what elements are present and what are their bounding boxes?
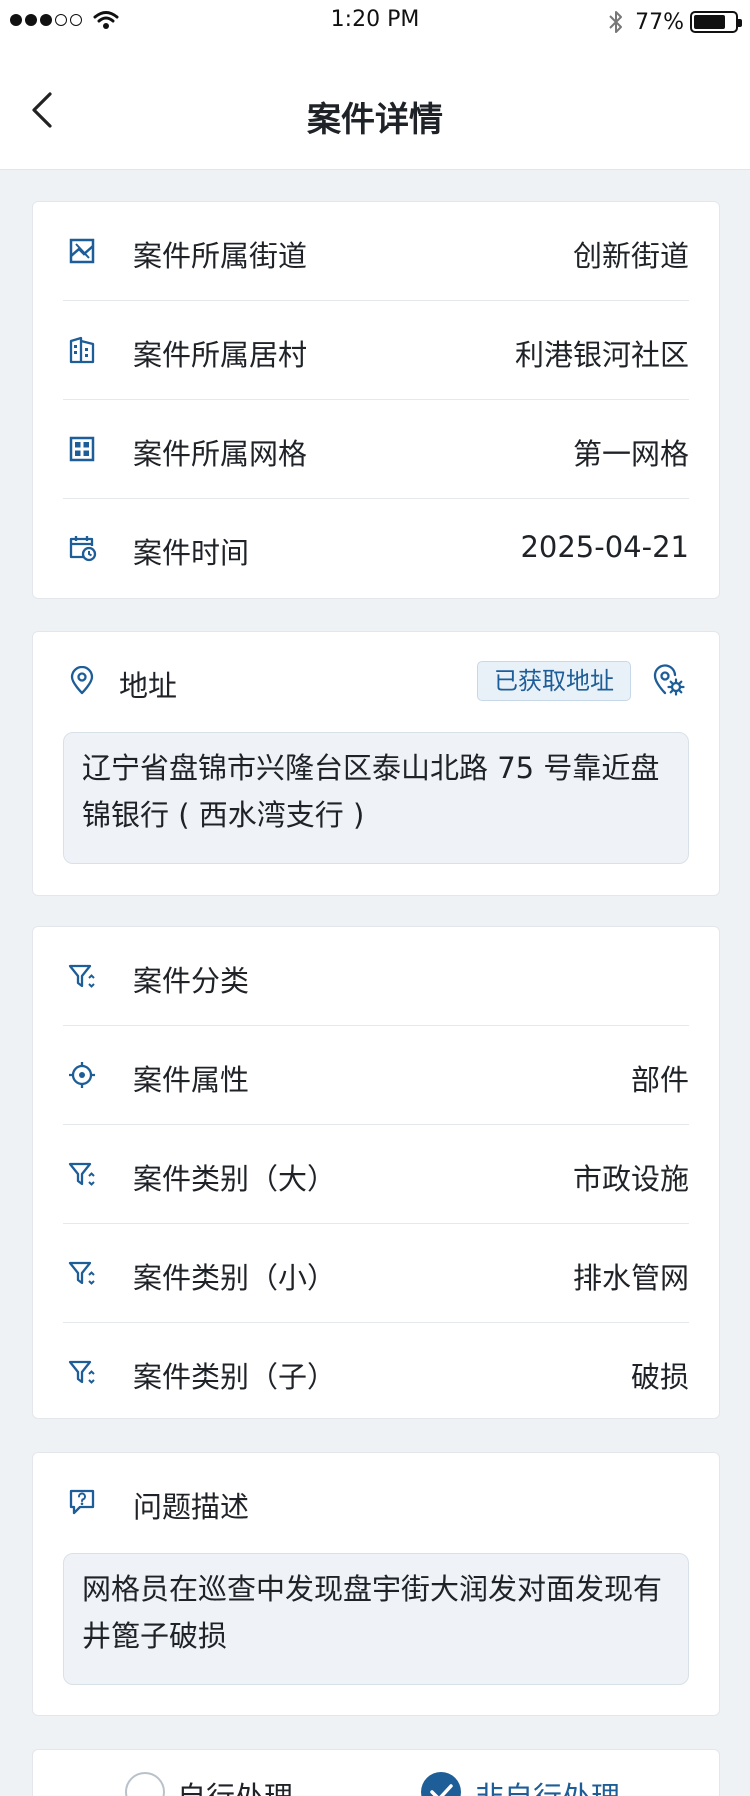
- category-title: 案件分类: [133, 964, 250, 998]
- category-row-sub: 案件类别（子） 破损: [63, 1323, 689, 1422]
- category-row-attribute: 案件属性 部件: [63, 1026, 689, 1125]
- row-value[interactable]: 排水管网: [573, 1255, 689, 1297]
- filter-sort-icon: [68, 1162, 95, 1186]
- filter-sort-icon: [68, 1261, 95, 1285]
- category-header: 案件分类: [63, 927, 689, 1026]
- row-label: 案件类别（大）: [133, 1162, 337, 1196]
- grid-icon: [69, 436, 95, 462]
- bluetooth-icon: [609, 11, 623, 33]
- row-label: 案件属性: [133, 1063, 250, 1097]
- location-pin-icon: [70, 666, 94, 695]
- battery-level-fill: [694, 15, 725, 29]
- category-card: 案件分类 案件属性 部件 案件类别（大） 市政设施 案件类别（小） 排水管网 案…: [32, 926, 720, 1419]
- row-value[interactable]: 创新街道: [573, 233, 689, 275]
- description-text-box[interactable]: 网格员在巡查中发现盘宇街大润发对面发现有井篦子破损: [63, 1553, 689, 1685]
- battery-percent: 77%: [635, 9, 684, 35]
- row-value[interactable]: 破损: [631, 1354, 689, 1396]
- category-row-major: 案件类别（大） 市政设施: [63, 1125, 689, 1224]
- address-label: 地址: [119, 669, 178, 703]
- crosshair-icon: [69, 1062, 95, 1088]
- row-label: 案件类别（小）: [133, 1261, 337, 1295]
- check-icon: [430, 1784, 453, 1796]
- address-card: 地址 已获取地址 辽宁省盘锦市兴隆台区泰山北路 75 号靠近盘锦银行 ( 西水湾…: [32, 631, 720, 896]
- row-label: 案件类别（子）: [133, 1360, 337, 1394]
- description-card: 问题描述 网格员在巡查中发现盘宇街大润发对面发现有井篦子破损: [32, 1452, 720, 1716]
- radio-label-non-self-handle[interactable]: 非自行处理: [475, 1774, 620, 1796]
- row-label: 案件所属居村: [133, 338, 308, 372]
- row-value[interactable]: 市政设施: [573, 1156, 689, 1198]
- radio-label-self-handle[interactable]: 自行处理: [177, 1774, 293, 1796]
- row-value[interactable]: 利港银河社区: [515, 332, 689, 374]
- info-row-grid: 案件所属网格 第一网格: [63, 400, 689, 499]
- info-row-street: 案件所属街道 创新街道: [63, 202, 689, 301]
- status-bar: 1:20 PM 77%: [0, 0, 750, 42]
- handling-radio-group: 自行处理 非自行处理: [33, 1750, 719, 1796]
- row-label: 案件时间: [133, 536, 250, 570]
- filter-sort-icon: [68, 964, 95, 988]
- radio-non-self-handle[interactable]: [421, 1772, 461, 1796]
- battery-icon: [690, 11, 742, 33]
- category-row-minor: 案件类别（小） 排水管网: [63, 1224, 689, 1323]
- location-info-card: 案件所属街道 创新街道 案件所属居村 利港银河社区 案件所属网格 第一网格 案件…: [32, 201, 720, 599]
- calendar-clock-icon: [69, 536, 97, 562]
- row-value[interactable]: 部件: [631, 1057, 689, 1099]
- address-obtained-badge[interactable]: 已获取地址: [477, 661, 631, 701]
- row-value[interactable]: 2025-04-21: [520, 530, 689, 564]
- description-header: 问题描述: [63, 1453, 689, 1553]
- map-image-icon: [69, 238, 95, 264]
- description-title: 问题描述: [133, 1490, 250, 1524]
- row-label: 案件所属网格: [133, 437, 308, 471]
- filter-sort-icon: [68, 1360, 95, 1384]
- building-icon: [69, 336, 95, 364]
- location-settings-icon[interactable]: [651, 664, 685, 698]
- info-row-village: 案件所属居村 利港银河社区: [63, 301, 689, 400]
- navigation-bar: 案件详情: [0, 42, 750, 170]
- page-title: 案件详情: [307, 100, 443, 140]
- radio-self-handle[interactable]: [125, 1772, 165, 1796]
- address-header: 地址 已获取地址: [63, 632, 689, 732]
- row-label: 案件所属街道: [133, 239, 308, 273]
- address-text-box[interactable]: 辽宁省盘锦市兴隆台区泰山北路 75 号靠近盘锦银行 ( 西水湾支行 ): [63, 732, 689, 864]
- handling-option-card: 自行处理 非自行处理: [32, 1749, 720, 1796]
- info-row-time: 案件时间 2025-04-21: [63, 499, 689, 598]
- row-value[interactable]: 第一网格: [573, 431, 689, 473]
- question-message-icon: [69, 1489, 95, 1515]
